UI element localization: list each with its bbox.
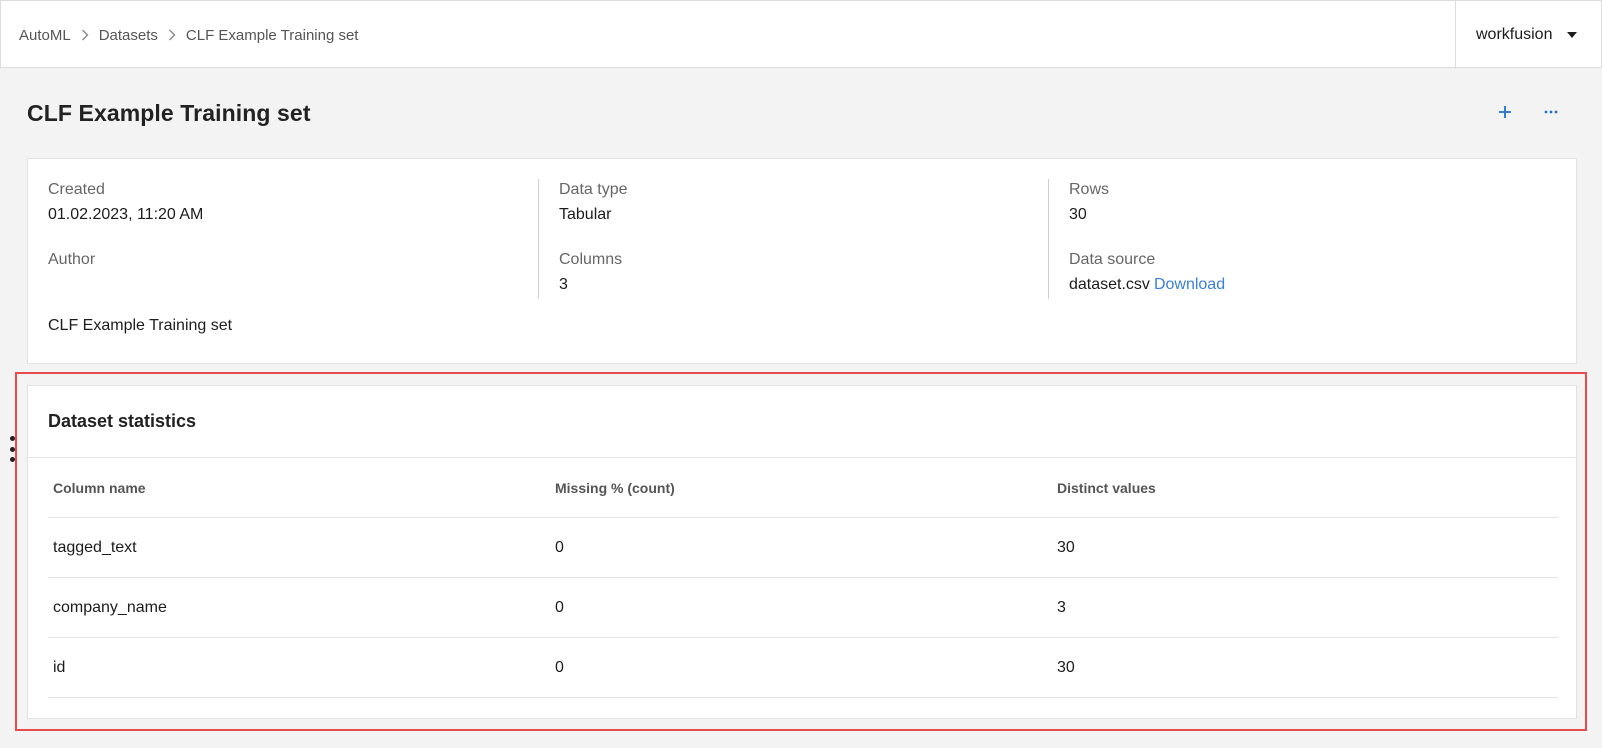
author-field: Author [48,249,538,319]
caret-down-icon [1566,31,1578,39]
rows-value: 30 [1069,206,1087,223]
title-actions [1494,100,1562,124]
table-row: id 0 30 [48,638,1558,698]
table-row: tagged_text 0 30 [48,518,1558,578]
breadcrumb: AutoML Datasets CLF Example Training set [19,25,358,45]
drag-handle-icon[interactable] [10,436,16,462]
data-source-label: Data source [1069,251,1156,268]
table-row: company_name 0 3 [48,578,1558,638]
data-source-field: Data source dataset.csv Download [1069,249,1558,319]
data-type-field: Data type Tabular [559,179,1048,249]
breadcrumb-datasets[interactable]: Datasets [99,27,158,44]
author-label: Author [48,251,96,268]
author-value [48,273,538,297]
chevron-right-icon [81,29,89,41]
dataset-description: CLF Example Training set [48,317,233,334]
dataset-info-card: Created 01.02.2023, 11:20 AM Author Data… [27,158,1577,364]
cell-missing: 0 [555,538,564,556]
top-bar: AutoML Datasets CLF Example Training set… [0,0,1602,69]
cell-column-name: company_name [53,598,167,616]
info-column-3: Rows 30 Data source dataset.csv Download [1048,179,1558,299]
stats-table: Column name Missing % (count) Distinct v… [48,458,1558,698]
columns-value: 3 [559,276,568,293]
created-field: Created 01.02.2023, 11:20 AM [48,179,538,249]
breadcrumb-automl[interactable]: AutoML [19,27,71,44]
column-header-missing[interactable]: Missing % (count) [550,480,1052,496]
info-column-1: Created 01.02.2023, 11:20 AM Author [48,179,538,299]
user-name: workfusion [1476,26,1553,43]
plus-icon[interactable] [1494,100,1516,124]
created-label: Created [48,181,105,198]
columns-label: Columns [559,251,623,268]
columns-field: Columns 3 [559,249,1048,319]
created-value: 01.02.2023, 11:20 AM [48,206,204,223]
dataset-statistics-card: Dataset statistics Column name Missing %… [27,385,1577,719]
user-menu[interactable]: workfusion [1455,1,1601,69]
rows-label: Rows [1069,181,1110,198]
cell-distinct: 3 [1057,598,1066,616]
data-source-file: dataset.csv [1069,276,1150,293]
column-header-distinct[interactable]: Distinct values [1052,480,1558,496]
chevron-right-icon [168,29,176,41]
column-header-name[interactable]: Column name [48,480,550,496]
data-source-value: dataset.csv Download [1069,273,1558,297]
cell-column-name: id [53,658,66,676]
cell-missing: 0 [555,598,564,616]
cell-column-name: tagged_text [53,538,137,556]
table-header-row: Column name Missing % (count) Distinct v… [48,458,1558,518]
breadcrumb-current: CLF Example Training set [185,26,359,44]
rows-field: Rows 30 [1069,179,1558,249]
data-type-value: Tabular [559,206,612,223]
stats-title: Dataset statistics [28,386,1576,458]
cell-distinct: 30 [1057,538,1075,556]
download-link[interactable]: Download [1154,276,1225,293]
cell-missing: 0 [555,658,564,676]
info-column-2: Data type Tabular Columns 3 [538,179,1048,299]
page-title: CLF Example Training set [27,100,311,126]
cell-distinct: 30 [1057,658,1075,676]
data-type-label: Data type [559,181,628,198]
ellipsis-icon[interactable] [1540,100,1562,124]
